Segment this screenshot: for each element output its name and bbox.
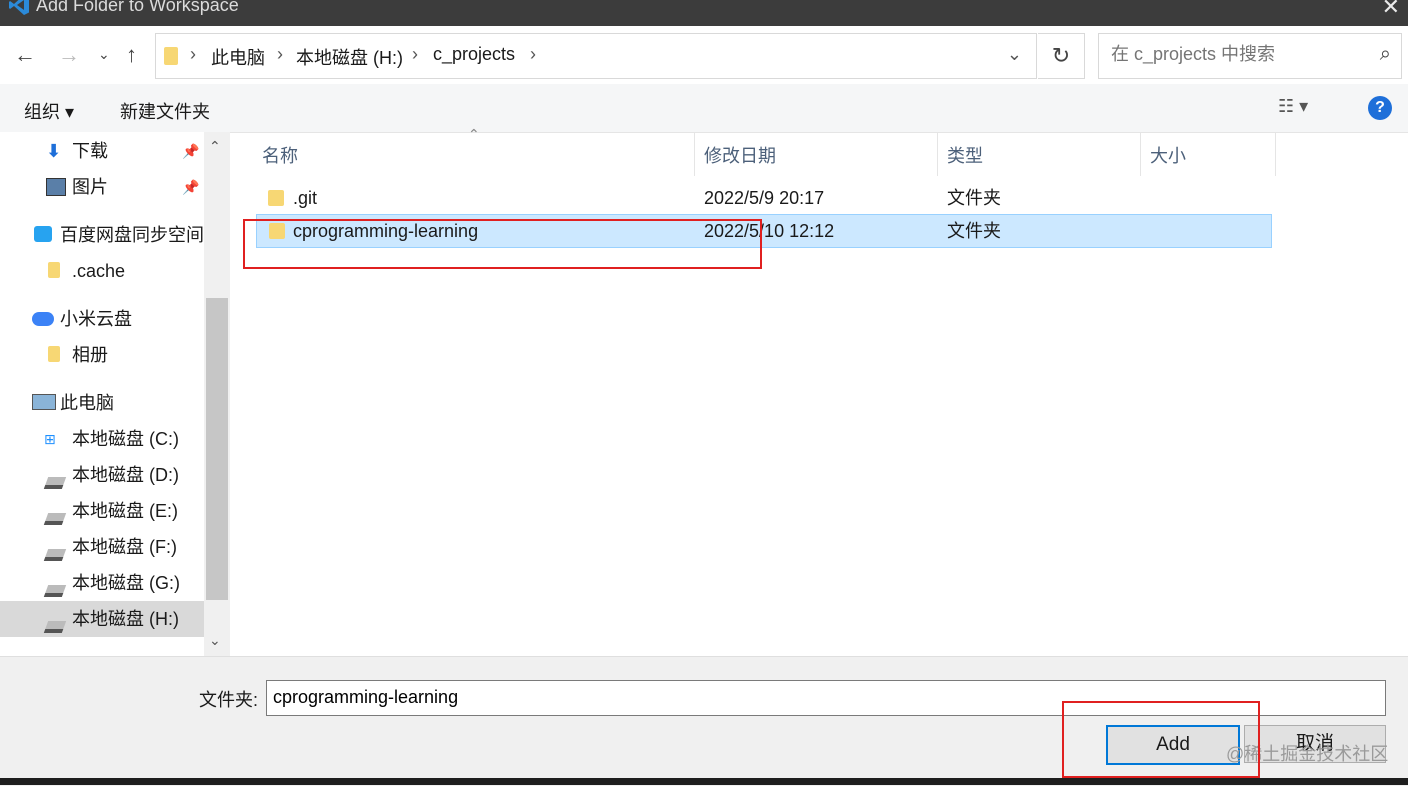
folder-icon — [48, 262, 60, 278]
drive-icon — [43, 549, 67, 561]
sidebar-item-drive-g[interactable]: 本地磁盘 (G:) — [43, 565, 204, 601]
column-size[interactable]: 大小 — [1150, 142, 1186, 168]
sidebar-item-drive-f[interactable]: 本地磁盘 (F:) — [43, 529, 204, 565]
sidebar-item-label: 图片 — [72, 177, 108, 197]
vscode-logo-icon — [9, 0, 29, 15]
background-strip — [0, 778, 1408, 785]
folder-label: 文件夹: — [199, 690, 259, 710]
view-options-icon[interactable]: ☷ ▾ — [1278, 96, 1308, 117]
cloud-icon — [32, 312, 54, 326]
close-icon[interactable]: ✕ — [1382, 0, 1400, 20]
window-title: Add Folder to Workspace — [36, 0, 239, 15]
refresh-icon[interactable]: ↻ — [1038, 33, 1085, 79]
search-icon[interactable]: ⌕ — [1380, 43, 1391, 66]
sidebar-item-album[interactable]: 相册 — [44, 337, 204, 373]
column-divider[interactable] — [1140, 132, 1141, 176]
drive-icon — [43, 585, 67, 597]
recent-locations-chevron-icon[interactable]: ⌄ — [98, 46, 110, 63]
up-arrow-icon[interactable]: ↑ — [126, 42, 137, 68]
sidebar-item-label: .cache — [72, 261, 126, 281]
breadcrumb-separator-icon: › — [412, 44, 418, 64]
sidebar-item-label: 本地磁盘 (F:) — [72, 537, 177, 557]
computer-icon — [32, 394, 56, 410]
pin-icon[interactable]: 📌 — [182, 169, 199, 205]
forward-arrow-icon[interactable]: → — [58, 42, 80, 68]
column-divider[interactable] — [937, 132, 938, 176]
command-bar: 组织 ▾ 新建文件夹 ☷ ▾ ? — [0, 84, 1408, 133]
file-list-header: ⌃ 名称 修改日期 类型 大小 — [232, 126, 1408, 176]
organize-button[interactable]: 组织 ▾ — [24, 98, 74, 124]
breadcrumb-drive-h[interactable]: 本地磁盘 (H:) — [296, 44, 403, 70]
address-dropdown-icon[interactable]: ⌄ — [1007, 44, 1022, 65]
folder-icon — [268, 190, 284, 206]
breadcrumb-this-pc[interactable]: 此电脑 — [211, 44, 265, 70]
drive-icon — [43, 621, 67, 633]
folder-icon — [48, 346, 60, 362]
breadcrumb-separator-icon: › — [530, 44, 536, 64]
scroll-down-icon[interactable]: ⌄ — [209, 632, 221, 649]
sidebar-item-drive-h[interactable]: 本地磁盘 (H:) — [0, 601, 204, 637]
sort-ascending-icon: ⌃ — [468, 126, 480, 142]
help-icon[interactable]: ? — [1368, 96, 1392, 120]
drive-icon — [43, 477, 67, 489]
file-type: 文件夹 — [947, 221, 1001, 241]
sidebar-item-cache[interactable]: .cache — [44, 253, 204, 289]
search-box[interactable]: ⌕ — [1098, 33, 1402, 79]
highlight-box-selected-row — [243, 219, 762, 269]
baidu-netdisk-icon — [34, 226, 52, 242]
sidebar-item-label: 本地磁盘 (G:) — [72, 573, 180, 593]
file-type: 文件夹 — [947, 188, 1001, 208]
scroll-up-icon[interactable]: ⌃ — [209, 138, 221, 155]
navigation-pane: ⬇ 下载 📌 图片 📌 百度网盘同步空间 .cache 小米云盘 相册 此电脑 … — [0, 132, 230, 656]
address-bar[interactable]: › 此电脑 › 本地磁盘 (H:) › c_projects › ⌄ — [155, 33, 1037, 79]
sidebar-item-downloads[interactable]: ⬇ 下载 📌 — [44, 133, 204, 169]
sidebar-item-pictures[interactable]: 图片 📌 — [44, 169, 204, 205]
sidebar-item-label: 下载 — [72, 141, 108, 161]
breadcrumb-separator-icon: › — [277, 44, 283, 64]
sidebar-item-drive-e[interactable]: 本地磁盘 (E:) — [43, 493, 204, 529]
sidebar-item-label: 相册 — [72, 345, 108, 365]
column-divider[interactable] — [694, 132, 695, 176]
breadcrumb-c-projects[interactable]: c_projects — [433, 44, 515, 65]
sidebar-item-label: 本地磁盘 (E:) — [72, 501, 178, 521]
windows-drive-icon: ⊞ — [44, 431, 56, 447]
search-input[interactable] — [1109, 43, 1363, 66]
sidebar-item-drive-d[interactable]: 本地磁盘 (D:) — [43, 457, 204, 493]
pin-icon[interactable]: 📌 — [182, 133, 199, 169]
sidebar-scrollbar-thumb[interactable] — [206, 298, 228, 600]
sidebar-item-label: 小米云盘 — [60, 309, 132, 329]
file-row-git[interactable]: .git 2022/5/9 20:17 文件夹 — [256, 182, 1270, 214]
pictures-icon — [46, 178, 66, 196]
column-type[interactable]: 类型 — [947, 142, 983, 168]
column-name[interactable]: 名称 — [262, 142, 298, 168]
column-date-modified[interactable]: 修改日期 — [704, 142, 776, 168]
breadcrumb-separator-icon: › — [190, 44, 196, 64]
file-date: 2022/5/9 20:17 — [704, 188, 825, 208]
new-folder-button[interactable]: 新建文件夹 — [120, 98, 210, 124]
back-arrow-icon[interactable]: ← — [14, 42, 36, 68]
title-bar: Add Folder to Workspace ✕ — [0, 0, 1408, 26]
highlight-box-add-button — [1062, 701, 1260, 778]
download-icon: ⬇ — [46, 141, 62, 161]
column-divider[interactable] — [1275, 132, 1276, 176]
sidebar-item-label: 本地磁盘 (H:) — [72, 609, 179, 629]
sidebar-item-drive-c[interactable]: ⊞ 本地磁盘 (C:) — [44, 421, 204, 457]
sidebar-item-baidu-netdisk[interactable]: 百度网盘同步空间 — [32, 217, 204, 253]
sidebar-item-label: 此电脑 — [60, 393, 114, 413]
file-name: .git — [293, 188, 318, 208]
folder-icon — [164, 47, 178, 65]
sidebar-item-label: 本地磁盘 (C:) — [72, 429, 179, 449]
sidebar-item-xiaomi-cloud[interactable]: 小米云盘 — [32, 301, 204, 337]
sidebar-item-this-pc[interactable]: 此电脑 — [32, 385, 204, 421]
sidebar-item-label: 本地磁盘 (D:) — [72, 465, 179, 485]
drive-icon — [43, 513, 67, 525]
sidebar-item-label: 百度网盘同步空间 — [60, 225, 204, 245]
